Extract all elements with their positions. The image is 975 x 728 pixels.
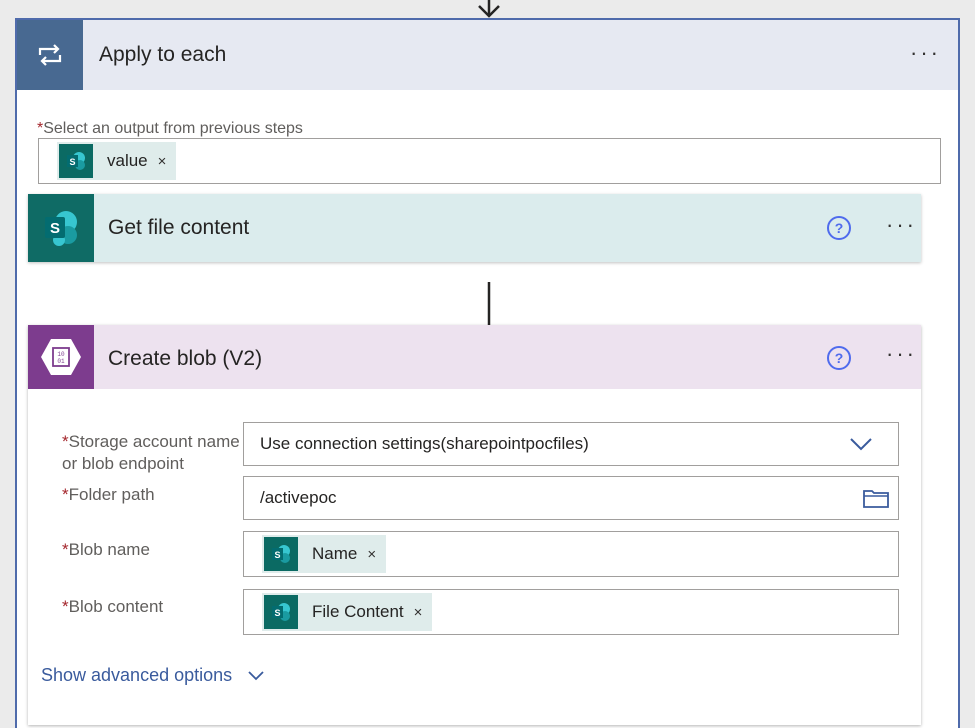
required-mark: * (62, 432, 69, 451)
required-mark: * (62, 540, 69, 559)
blob-storage-icon: 10 01 (28, 325, 94, 389)
storage-account-value: Use connection settings(sharepointpocfil… (260, 434, 589, 453)
folder-path-value: /activepoc (260, 488, 337, 507)
svg-text:10: 10 (57, 351, 65, 358)
create-blob-title: Create blob (V2) (108, 347, 263, 370)
sharepoint-icon: S (264, 595, 298, 629)
remove-icon[interactable]: × (367, 546, 376, 563)
token-label: Name (312, 544, 358, 563)
storage-label-line1: Storage account name (68, 432, 240, 451)
more-icon[interactable]: ··· (886, 341, 917, 367)
svg-text:01: 01 (57, 358, 65, 365)
storage-account-label: *Storage account name or blob endpoint (62, 431, 240, 475)
storage-label-line2: or blob endpoint (62, 454, 184, 473)
remove-icon[interactable]: × (414, 604, 423, 621)
more-icon[interactable]: ··· (886, 212, 917, 238)
apply-to-each-title: Apply to each (99, 43, 227, 66)
blob-content-label-text: Blob content (68, 597, 164, 616)
svg-text:S: S (50, 220, 60, 237)
help-icon[interactable]: ? (827, 216, 851, 240)
chevron-down-icon[interactable] (849, 436, 873, 452)
blob-content-field[interactable]: S File Content × (243, 589, 899, 635)
output-label-text: Select an output from previous steps (43, 120, 303, 137)
required-mark: * (62, 485, 69, 504)
name-token[interactable]: S Name × (262, 535, 387, 573)
token-label: value (107, 151, 148, 170)
output-label: *Select an output from previous steps (37, 120, 303, 138)
arrow-down-icon (478, 0, 500, 18)
create-blob-card: 10 01 Create blob (V2) ? ··· *Storage acc… (28, 325, 921, 725)
svg-text:S: S (69, 157, 75, 167)
get-file-content-title: Get file content (108, 216, 250, 239)
sharepoint-icon: S (59, 144, 93, 178)
sharepoint-icon: S (264, 537, 298, 571)
output-field[interactable]: S value × (38, 138, 941, 184)
loop-icon (17, 20, 83, 90)
blob-content-label: *Blob content (62, 596, 163, 618)
show-advanced-options-link[interactable]: Show advanced options (41, 665, 265, 686)
required-mark: * (62, 597, 69, 616)
blob-name-field[interactable]: S Name × (243, 531, 899, 577)
help-icon[interactable]: ? (827, 346, 851, 370)
more-icon[interactable]: ··· (910, 40, 941, 66)
svg-text:S: S (274, 608, 280, 618)
chevron-down-icon (248, 671, 264, 681)
remove-icon[interactable]: × (158, 153, 167, 170)
folder-label-text: Folder path (68, 485, 155, 504)
file-content-token[interactable]: S File Content × (262, 593, 433, 631)
folder-path-field[interactable]: /activepoc (243, 476, 899, 520)
folder-icon[interactable] (863, 488, 889, 508)
sharepoint-icon: S (28, 194, 94, 262)
svg-text:S: S (274, 550, 280, 560)
show-advanced-label: Show advanced options (41, 665, 233, 685)
folder-path-label: *Folder path (62, 484, 155, 506)
storage-account-select[interactable]: Use connection settings(sharepointpocfil… (243, 422, 899, 466)
blob-name-label: *Blob name (62, 539, 150, 561)
blob-name-label-text: Blob name (68, 540, 150, 559)
create-blob-header[interactable]: 10 01 Create blob (V2) ? ··· (28, 325, 921, 389)
get-file-content-card[interactable]: S Get file content ? ··· (28, 194, 921, 262)
apply-to-each-header[interactable]: Apply to each ··· (17, 20, 958, 90)
value-token[interactable]: S value × (57, 142, 177, 180)
token-label: File Content (312, 602, 404, 621)
